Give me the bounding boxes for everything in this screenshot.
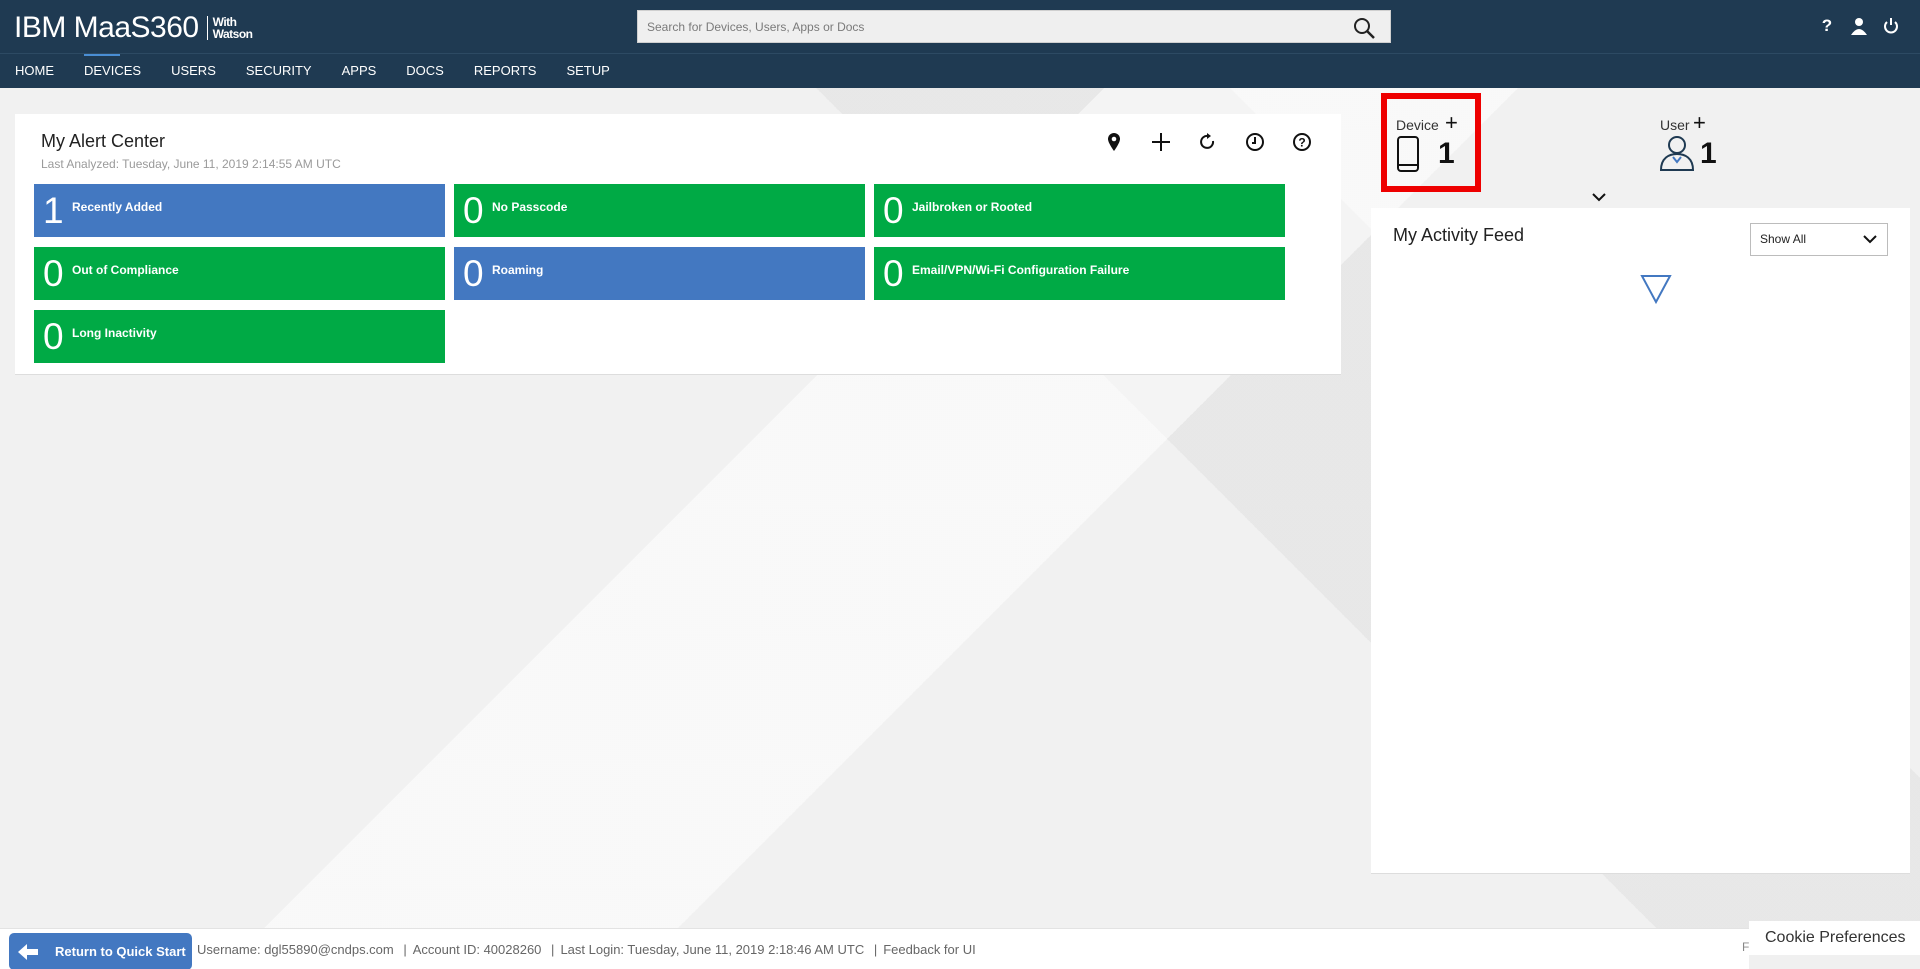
nav-devices[interactable]: DEVICES — [84, 54, 141, 88]
activity-feed-title: My Activity Feed — [1393, 225, 1525, 245]
main-nav: HOME DEVICES USERS SECURITY APPS DOCS RE… — [0, 54, 1920, 88]
refresh-icon[interactable] — [1194, 128, 1222, 156]
location-pin-icon[interactable] — [1100, 128, 1128, 156]
activity-feed-panel: My Activity Feed Show All — [1371, 208, 1910, 874]
tile-config-failure[interactable]: 0 Email/VPN/Wi-Fi Configuration Failure — [874, 247, 1285, 300]
nav-security[interactable]: SECURITY — [246, 54, 312, 88]
feedback-link[interactable]: Feedback for UI — [883, 942, 976, 957]
activity-filter-select[interactable]: Show All — [1750, 223, 1888, 256]
return-to-quick-start-button[interactable]: Return to Quick Start — [9, 933, 192, 969]
mobile-device-icon — [1397, 136, 1419, 172]
footer-account-info: Username: dgl55890@cndps.com | Account ID… — [197, 942, 976, 957]
user-summary-label: User — [1660, 117, 1690, 133]
footer-account-id: Account ID: 40028260 — [412, 942, 542, 957]
add-device-icon[interactable]: + — [1445, 110, 1458, 136]
tile-long-inactivity[interactable]: 0 Long Inactivity — [34, 310, 445, 363]
alert-toolbar: ? — [1100, 128, 1316, 156]
ibm-maas360-logo[interactable]: IBM MaaS360 With Watson — [14, 11, 253, 45]
nav-docs[interactable]: DOCS — [406, 54, 444, 88]
footer-bar: Return to Quick Start Username: dgl55890… — [0, 928, 1749, 969]
nav-apps[interactable]: APPS — [342, 54, 377, 88]
arrow-left-icon — [18, 943, 38, 960]
filter-icon[interactable] — [1640, 273, 1672, 305]
svg-text:?: ? — [1298, 136, 1305, 150]
question-icon[interactable]: ? — [1818, 16, 1836, 36]
help-circle-icon[interactable]: ? — [1288, 128, 1316, 156]
power-icon[interactable] — [1882, 16, 1900, 36]
tile-no-passcode[interactable]: 0 No Passcode — [454, 184, 865, 237]
chevron-down-icon — [1863, 235, 1877, 244]
alert-center-title: My Alert Center — [41, 131, 166, 151]
plus-icon[interactable] — [1147, 128, 1175, 156]
chevron-down-icon[interactable] — [1590, 190, 1608, 204]
tile-recently-added[interactable]: 1 Recently Added — [34, 184, 445, 237]
device-count[interactable]: 1 — [1438, 137, 1455, 171]
tile-out-of-compliance[interactable]: 0 Out of Compliance — [34, 247, 445, 300]
logo-watson: With Watson — [206, 16, 253, 40]
global-search — [637, 10, 1391, 43]
user-icon — [1659, 136, 1695, 171]
add-user-icon[interactable]: + — [1693, 110, 1706, 136]
device-summary-label: Device — [1396, 117, 1439, 133]
search-icon[interactable] — [1352, 16, 1376, 40]
clock-icon[interactable] — [1241, 128, 1269, 156]
logo-text: IBM MaaS360 — [14, 11, 199, 44]
nav-home[interactable]: HOME — [15, 54, 54, 88]
tile-roaming[interactable]: 0 Roaming — [454, 247, 865, 300]
tile-jailbroken-rooted[interactable]: 0 Jailbroken or Rooted — [874, 184, 1285, 237]
cookie-preferences-link[interactable]: Cookie Preferences — [1749, 921, 1920, 955]
search-input[interactable] — [638, 11, 1338, 42]
header-icons: ? — [1818, 16, 1900, 36]
nav-setup[interactable]: SETUP — [566, 54, 609, 88]
person-icon[interactable] — [1850, 16, 1868, 36]
top-bar: IBM MaaS360 With Watson ? — [0, 0, 1920, 54]
nav-reports[interactable]: REPORTS — [474, 54, 537, 88]
nav-users[interactable]: USERS — [171, 54, 216, 88]
last-analyzed-text: Last Analyzed: Tuesday, June 11, 2019 2:… — [41, 157, 341, 171]
footer-last-login: Last Login: Tuesday, June 11, 2019 2:18:… — [560, 942, 865, 957]
user-count[interactable]: 1 — [1700, 137, 1717, 171]
footer-username: Username: dgl55890@cndps.com — [197, 942, 394, 957]
alert-center-panel: My Alert Center Last Analyzed: Tuesday, … — [15, 114, 1341, 375]
